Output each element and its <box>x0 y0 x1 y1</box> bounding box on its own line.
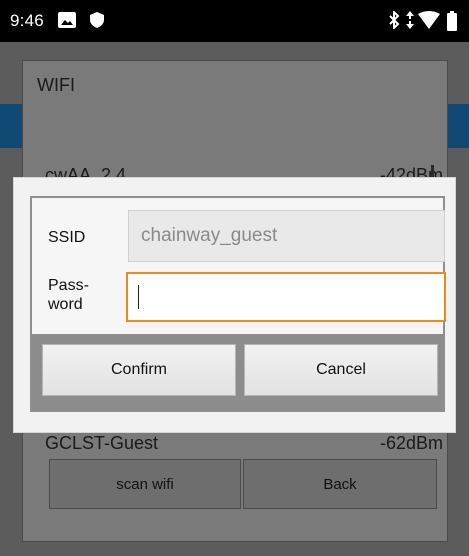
ssid-label: SSID <box>48 229 86 246</box>
bluetooth-icon <box>388 9 400 34</box>
ssid-field: chainway_guest <box>128 210 445 262</box>
battery-icon <box>447 11 457 36</box>
status-time: 9:46 <box>10 11 44 30</box>
password-label-line2: word <box>48 296 83 313</box>
dialog-button-bar: Confirm Cancel <box>32 334 443 410</box>
password-label: Pass- word <box>48 276 89 314</box>
wifi-title: WIFI <box>37 75 75 95</box>
wifi-signal-icon <box>418 11 440 34</box>
password-label-line1: Pass- <box>48 277 89 294</box>
cancel-button[interactable]: Cancel <box>244 344 438 396</box>
status-bar: 9:46 <box>0 0 469 42</box>
confirm-button[interactable]: Confirm <box>42 344 236 396</box>
shield-icon <box>90 12 104 33</box>
dialog-content: SSID chainway_guest Pass- word Confirm C… <box>30 196 446 412</box>
left-accent-strip <box>0 104 22 148</box>
wifi-password-dialog: SSID chainway_guest Pass- word Confirm C… <box>14 178 455 432</box>
back-button[interactable]: Back <box>243 459 437 509</box>
right-accent-strip <box>447 104 469 148</box>
scan-wifi-button[interactable]: scan wifi <box>49 459 241 509</box>
image-icon <box>58 12 76 33</box>
network-signal: -62dBm <box>379 433 443 453</box>
network-ssid: GCLST-Guest <box>45 433 159 453</box>
password-input[interactable] <box>126 272 446 322</box>
text-cursor <box>138 285 139 309</box>
data-arrows-icon <box>406 11 414 34</box>
